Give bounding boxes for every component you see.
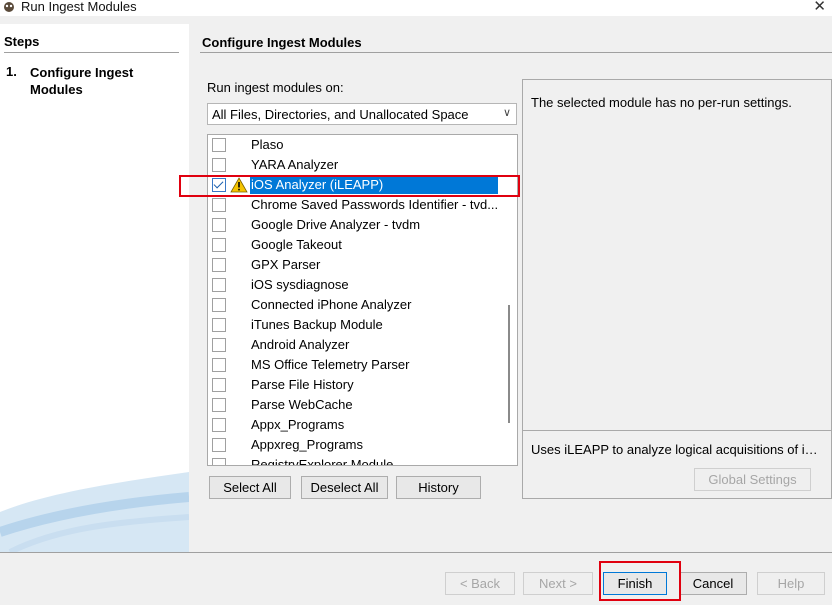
- module-label: Plaso: [251, 137, 284, 152]
- step-label: Configure Ingest Modules: [30, 65, 134, 97]
- history-button[interactable]: History: [396, 476, 481, 499]
- divider: [200, 52, 832, 53]
- run-on-value: All Files, Directories, and Unallocated …: [212, 107, 469, 122]
- module-row[interactable]: GPX Parser: [208, 255, 500, 275]
- module-row[interactable]: YARA Analyzer: [208, 155, 500, 175]
- module-row[interactable]: Appxreg_Programs: [208, 435, 500, 455]
- window-titlebar: Run Ingest Modules ✕: [0, 0, 832, 16]
- divider: [4, 52, 179, 53]
- module-label: Parse WebCache: [251, 397, 353, 412]
- window-title: Run Ingest Modules: [21, 0, 137, 14]
- steps-title: Steps: [4, 34, 40, 49]
- module-row[interactable]: Connected iPhone Analyzer: [208, 295, 500, 315]
- module-checkbox[interactable]: [212, 378, 226, 392]
- module-label: iTunes Backup Module: [251, 317, 383, 332]
- module-row[interactable]: Android Analyzer: [208, 335, 500, 355]
- module-description: Uses iLEAPP to analyze logical acquisiti…: [531, 442, 827, 457]
- steps-panel: Steps 1. Configure Ingest Modules: [0, 24, 189, 552]
- run-on-dropdown[interactable]: All Files, Directories, and Unallocated …: [207, 103, 517, 125]
- module-checkbox[interactable]: [212, 318, 226, 332]
- step-number: 1.: [6, 64, 17, 79]
- close-icon[interactable]: ✕: [813, 0, 826, 15]
- module-checkbox[interactable]: [212, 438, 226, 452]
- module-checkbox[interactable]: [212, 138, 226, 152]
- module-row[interactable]: Appx_Programs: [208, 415, 500, 435]
- scrollbar-thumb[interactable]: [508, 305, 510, 423]
- module-label: Appxreg_Programs: [251, 437, 363, 452]
- finish-button[interactable]: Finish: [603, 572, 667, 595]
- global-settings-button[interactable]: Global Settings: [694, 468, 811, 491]
- module-row[interactable]: iTunes Backup Module: [208, 315, 500, 335]
- module-checkbox[interactable]: [212, 218, 226, 232]
- module-label: RegistryExplorer Module: [251, 457, 394, 466]
- module-checkbox[interactable]: [212, 238, 226, 252]
- module-label: Parse File History: [251, 377, 354, 392]
- module-checkbox[interactable]: [212, 358, 226, 372]
- module-list[interactable]: Plaso YARA Analyzer iOS Analyzer (iLEAPP) C…: [207, 134, 518, 466]
- module-checkbox[interactable]: [212, 278, 226, 292]
- module-row[interactable]: Google Takeout: [208, 235, 500, 255]
- module-label: Google Drive Analyzer - tvdm: [251, 217, 421, 232]
- module-checkbox[interactable]: [212, 338, 226, 352]
- module-checkbox[interactable]: [212, 198, 226, 212]
- module-row[interactable]: Parse WebCache: [208, 395, 500, 415]
- module-label: iOS Analyzer (iLEAPP): [251, 177, 384, 192]
- module-row[interactable]: Plaso: [208, 135, 500, 155]
- divider: [523, 430, 831, 431]
- module-checkbox[interactable]: [212, 158, 226, 172]
- warning-icon: [230, 177, 248, 193]
- module-checkbox[interactable]: [212, 398, 226, 412]
- module-label: Appx_Programs: [251, 417, 345, 432]
- module-label: Chrome Saved Passwords Identifier - tvd.…: [251, 197, 499, 212]
- module-settings-panel: The selected module has no per-run setti…: [522, 79, 832, 499]
- module-label: iOS sysdiagnose: [251, 277, 349, 292]
- cancel-button[interactable]: Cancel: [679, 572, 747, 595]
- chevron-down-icon: ∨: [502, 107, 511, 119]
- module-row[interactable]: Parse File History: [208, 375, 500, 395]
- module-checkbox[interactable]: [212, 298, 226, 312]
- per-run-settings-text: The selected module has no per-run setti…: [531, 95, 792, 110]
- module-row[interactable]: Chrome Saved Passwords Identifier - tvd.…: [208, 195, 500, 215]
- module-row[interactable]: iOS Analyzer (iLEAPP): [208, 175, 500, 195]
- module-row[interactable]: MS Office Telemetry Parser: [208, 355, 500, 375]
- select-all-button[interactable]: Select All: [209, 476, 291, 499]
- module-label: Android Analyzer: [251, 337, 350, 352]
- module-checkbox[interactable]: [212, 458, 226, 465]
- next-button[interactable]: Next >: [523, 572, 593, 595]
- module-checkbox[interactable]: [212, 418, 226, 432]
- module-row[interactable]: Google Drive Analyzer - tvdm: [208, 215, 500, 235]
- wizard-decoration: [0, 472, 189, 552]
- help-button[interactable]: Help: [757, 572, 825, 595]
- module-label: Google Takeout: [251, 237, 342, 252]
- module-checkbox[interactable]: [212, 178, 226, 192]
- module-checkbox[interactable]: [212, 258, 226, 272]
- divider: [0, 552, 832, 553]
- module-row[interactable]: RegistryExplorer Module: [208, 455, 500, 466]
- module-label: YARA Analyzer: [251, 157, 339, 172]
- module-label: GPX Parser: [251, 257, 321, 272]
- module-label: MS Office Telemetry Parser: [251, 357, 410, 372]
- back-button[interactable]: < Back: [445, 572, 515, 595]
- app-icon: [4, 2, 14, 12]
- module-label: Connected iPhone Analyzer: [251, 297, 412, 312]
- deselect-all-button[interactable]: Deselect All: [301, 476, 388, 499]
- run-on-label: Run ingest modules on:: [207, 80, 344, 95]
- module-row[interactable]: iOS sysdiagnose: [208, 275, 500, 295]
- page-title: Configure Ingest Modules: [202, 35, 362, 50]
